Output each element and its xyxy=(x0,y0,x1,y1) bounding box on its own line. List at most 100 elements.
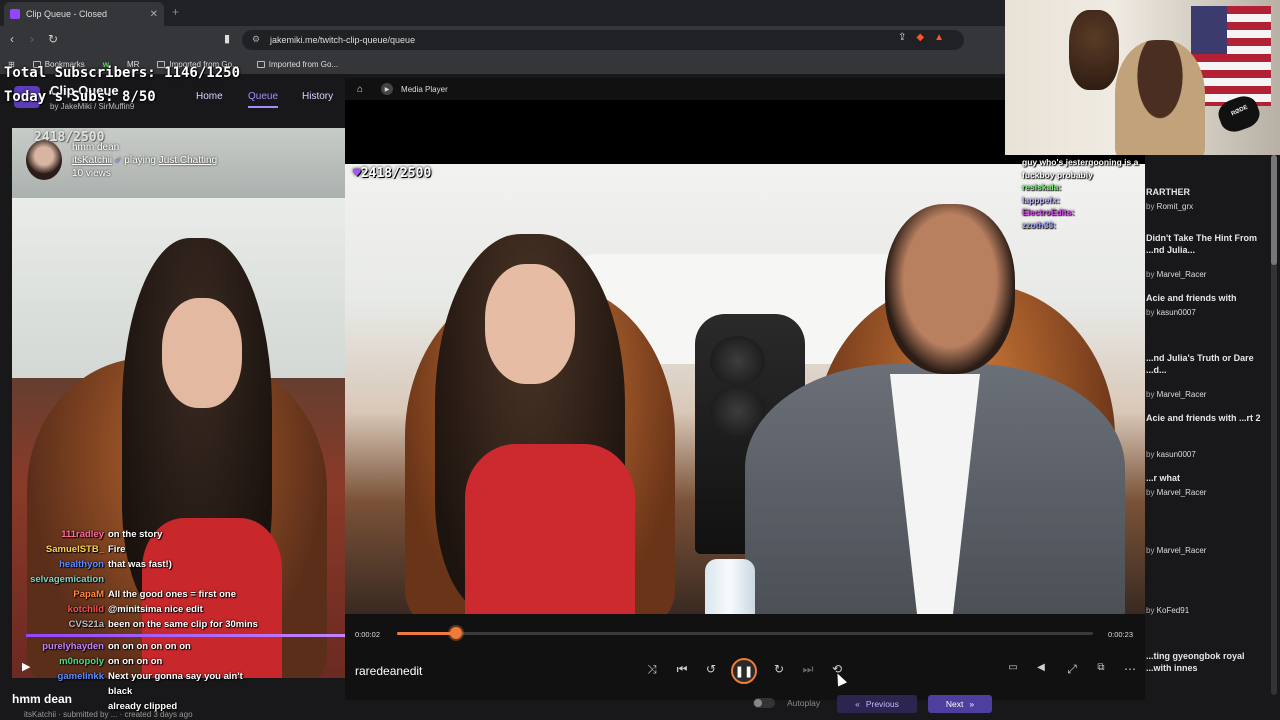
chat-message: resiskala: xyxy=(1022,181,1146,194)
clip-views: 10 views xyxy=(72,168,111,179)
queue-item-title: hmm dean xyxy=(12,692,73,706)
video-frame[interactable]: ♥2418/2500 xyxy=(345,164,1145,614)
home-icon[interactable]: ⌂ xyxy=(357,84,363,95)
autoplay-toggle[interactable] xyxy=(753,698,775,708)
browser-tab[interactable]: Clip Queue - Closed ✕ xyxy=(4,2,164,26)
queue-list: RARTHER by Romit_grx Didn't Take The Hint … xyxy=(1146,150,1280,720)
seek-bar[interactable] xyxy=(397,632,1093,635)
miniplayer-icon[interactable]: ▭ xyxy=(1004,662,1022,673)
fullscreen-icon[interactable]: ⤢ xyxy=(1063,662,1081,677)
chat-highlight-bar xyxy=(26,634,346,637)
avatar[interactable] xyxy=(26,140,62,180)
double-chevron-left-icon: « xyxy=(855,699,860,709)
chat-message: healthyon that was fast!) xyxy=(26,557,346,572)
rewind-icon[interactable]: ↺ xyxy=(702,662,720,676)
address-bar[interactable]: ⚙ jakemiki.me/twitch-clip-queue/queue xyxy=(242,30,964,50)
twitch-favicon-icon xyxy=(10,9,20,19)
nav-home[interactable]: Home xyxy=(196,91,223,102)
previous-track-icon[interactable]: ⏮ xyxy=(673,662,691,677)
nav-queue[interactable]: Queue xyxy=(248,91,279,108)
time-current: 0:00:02 xyxy=(355,630,381,639)
clip-title: hmm dean xyxy=(72,142,120,153)
queue-item-submitter: by kasun0007 xyxy=(1146,450,1196,459)
browser-tabbar: Clip Queue - Closed ✕ + xyxy=(0,0,1010,26)
scrollbar-thumb[interactable] xyxy=(1271,155,1277,265)
queue-item-title[interactable]: RARTHER xyxy=(1146,186,1264,198)
chat-text: that was fast!) xyxy=(108,559,172,570)
player-controls: 0:00:02 0:00:23 raredeanedit ⤨ ⏮ ↺ ❚❚ ↻ … xyxy=(345,614,1145,700)
queue-item-submitter: by Marvel_Racer xyxy=(1146,488,1207,497)
chat-username: 111radley xyxy=(61,529,104,540)
channel-link[interactable]: itsKatchii xyxy=(72,155,112,166)
shuffle-icon[interactable]: ⤨ xyxy=(643,662,661,677)
chat-message: gamelinkk Next your gonna say you ain't b… xyxy=(26,669,346,699)
chat-message: lapppefx: xyxy=(1022,194,1146,207)
previous-button[interactable]: « Previous xyxy=(837,695,917,713)
chat-text: guy who's jestergooning is a fuckboy pro… xyxy=(1022,157,1139,180)
goal-counter: ♥2418/2500 xyxy=(353,166,432,181)
queue-item-title[interactable]: Acie and friends with xyxy=(1146,292,1264,304)
queue-item-title[interactable]: Acie and friends with ...rt 2 xyxy=(1146,412,1264,424)
queue-item-meta: itsKatchii · submitted by ... · created … xyxy=(24,710,193,719)
new-tab-icon[interactable]: + xyxy=(172,5,179,19)
webcam-overlay: RØDE xyxy=(1005,0,1280,155)
rewards-icon[interactable]: ▲ xyxy=(934,32,944,43)
chat-username: m0nopoly xyxy=(59,656,104,667)
bookmark-item[interactable]: Imported from Go... xyxy=(256,60,338,69)
chat-username: ElectroEdits: xyxy=(1022,207,1075,217)
chat-message: m0nopoly on on on on xyxy=(26,654,346,669)
chat-username: resiskala: xyxy=(1022,182,1062,192)
chat-text xyxy=(108,572,258,587)
reload-icon[interactable]: ↻ xyxy=(48,32,58,46)
seek-handle[interactable] xyxy=(450,627,463,639)
verified-icon: ✔ xyxy=(114,156,122,165)
chat-message: SamuelSTB_ Fire xyxy=(26,542,346,557)
chat-message: purelyhayden on on on on on on xyxy=(26,639,346,654)
next-track-icon[interactable]: ⏭ xyxy=(799,662,817,677)
queue-item-submitter: by Marvel_Racer xyxy=(1146,390,1207,399)
forward-icon[interactable]: › xyxy=(30,32,34,46)
chat-message: selvagemication xyxy=(26,572,346,587)
total-subs-counter: Total Subscribers: 1146/1250 xyxy=(4,65,241,81)
fast-forward-icon[interactable]: ↻ xyxy=(770,662,788,676)
queue-item-submitter: by Marvel_Racer xyxy=(1146,546,1207,555)
plush-bear-image xyxy=(1069,10,1119,90)
close-tab-icon[interactable]: ✕ xyxy=(150,9,158,20)
play-icon[interactable]: ▶ xyxy=(22,660,30,673)
double-chevron-right-icon: » xyxy=(969,699,975,709)
clip-info: hmm dean itsKatchii ✔ playing Just Chatt… xyxy=(24,140,354,186)
nav-history[interactable]: History xyxy=(302,91,333,102)
chat-message: kotchild @minitsima nice edit xyxy=(26,602,346,617)
pause-button[interactable]: ❚❚ xyxy=(731,658,757,684)
brave-shield-icon[interactable]: ◆ xyxy=(916,32,924,43)
chat-username: healthyon xyxy=(59,559,104,570)
chat-text: been on the same clip for 30mins xyxy=(108,619,258,630)
omnibox-icons: ⇪ ◆ ▲ xyxy=(898,32,944,43)
clip-channel-line: itsKatchii ✔ playing Just Chatting xyxy=(72,155,218,166)
todays-subs-counter: Today's Subs: 8/50 xyxy=(4,89,156,105)
seek-progress xyxy=(397,632,457,635)
queue-item-title[interactable]: ...r what xyxy=(1146,472,1264,484)
category-link[interactable]: Just Chatting xyxy=(159,155,217,166)
chat-username: purelyhayden xyxy=(42,641,104,652)
queue-item-title[interactable]: ...nd Julia's Truth or Dare ...d... xyxy=(1146,352,1264,376)
next-button[interactable]: Next » xyxy=(928,695,992,713)
queue-item-submitter: by Marvel_Racer xyxy=(1146,270,1207,279)
video-chat-overlay: guy who's jestergooning is a fuckboy pro… xyxy=(1022,156,1146,231)
media-player-header: ⌂ ▶ Media Player xyxy=(345,78,1005,100)
cast-icon[interactable]: ⧉ xyxy=(1092,662,1110,673)
share-icon[interactable]: ⇪ xyxy=(898,32,906,43)
media-player-title: Media Player xyxy=(401,84,448,94)
queue-item-title[interactable]: Didn't Take The Hint From ...nd Julia... xyxy=(1146,232,1264,256)
chat-message: CVS21a been on the same clip for 30mins xyxy=(26,617,346,632)
volume-icon[interactable]: ◀ xyxy=(1032,662,1050,673)
chat-text: on the story xyxy=(108,529,163,540)
queue-item-title[interactable]: ...ting gyeongbok royal ...with innes xyxy=(1146,650,1264,674)
more-options-icon[interactable]: ⋯ xyxy=(1121,662,1139,676)
chat-username: kotchild xyxy=(67,604,104,615)
site-info-icon[interactable]: ⚙ xyxy=(252,34,260,45)
back-icon[interactable]: ‹ xyxy=(10,32,14,46)
chat-text: on on on on on on xyxy=(108,641,191,652)
time-total: 0:00:23 xyxy=(1108,630,1134,639)
bookmark-page-icon[interactable]: ▮ xyxy=(224,32,230,45)
